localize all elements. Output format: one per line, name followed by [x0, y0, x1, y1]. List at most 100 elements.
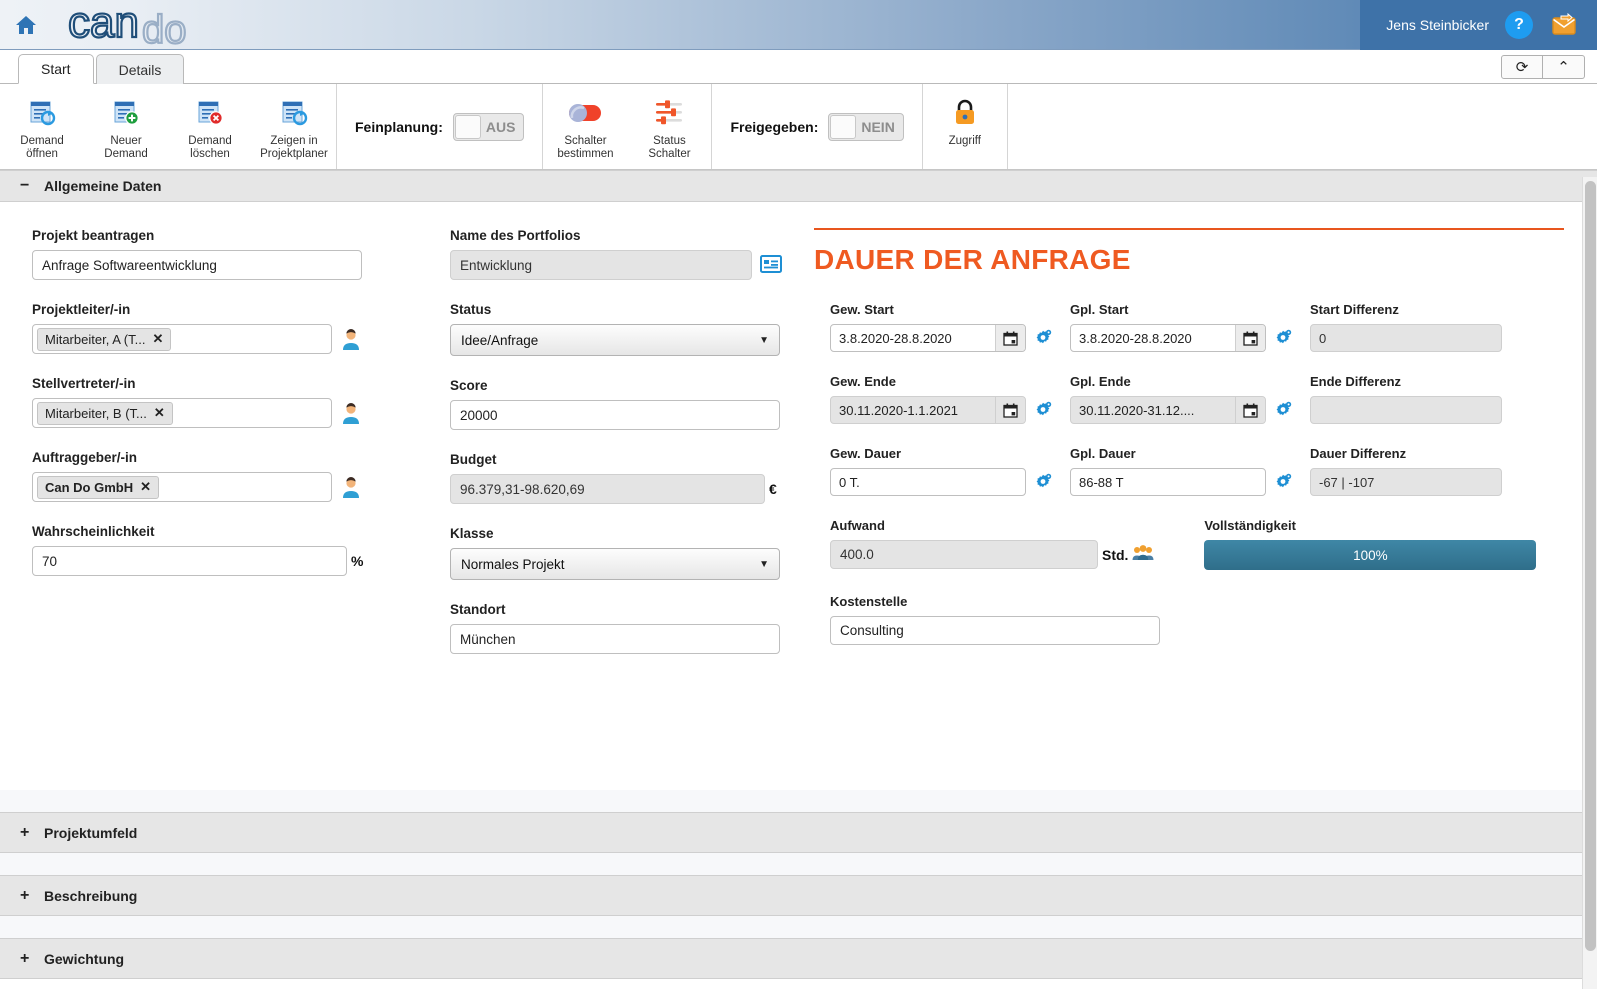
ribbon-group-schalter: Schalter bestimmen Status Schalter: [543, 84, 713, 169]
label-ende-differenz: Ende Differenz: [1310, 374, 1402, 389]
input-gew-ende[interactable]: 30.11.2020-1.1.2021: [830, 396, 1026, 424]
help-icon[interactable]: ?: [1505, 11, 1533, 39]
calendar-icon[interactable]: [1235, 325, 1265, 351]
input-score[interactable]: 20000: [450, 400, 780, 430]
token-remove-icon[interactable]: ✕: [140, 479, 151, 495]
value-gew-start: 3.8.2020-28.8.2020: [839, 330, 952, 346]
label-portfolio: Name des Portfolios: [450, 228, 581, 243]
freigegeben-label: Freigegeben:: [730, 118, 819, 135]
select-klasse[interactable]: Normales Projekt ▼: [450, 548, 780, 580]
vertical-scrollbar[interactable]: [1582, 177, 1597, 989]
input-standort[interactable]: München: [450, 624, 780, 654]
person-icon[interactable]: [340, 328, 362, 350]
section-header-projektumfeld[interactable]: + Projektumfeld: [0, 812, 1597, 853]
label-status: Status: [450, 302, 492, 317]
cell-gew-ende: Gew. Ende 30.11.2020-1.1.2021: [830, 374, 1070, 424]
delete-demand-button[interactable]: Demand löschen: [168, 87, 252, 167]
input-budget: 96.379,31-98.620,69: [450, 474, 765, 504]
input-wahrscheinlichkeit[interactable]: 70: [32, 546, 347, 576]
section-header-gewichtung[interactable]: + Gewichtung: [0, 938, 1597, 979]
input-aufwand: 400.0: [830, 540, 1098, 569]
section-gap: [0, 853, 1597, 875]
cell-kostenstelle: Kostenstelle Consulting: [830, 594, 1220, 645]
input-gpl-dauer[interactable]: 86-88 T: [1070, 468, 1266, 496]
delete-demand-label1: Demand: [188, 134, 232, 147]
select-status[interactable]: Idee/Anfrage ▼: [450, 324, 780, 356]
cell-start-differenz: Start Differenz 0: [1310, 302, 1550, 352]
suffix-percent: %: [351, 553, 364, 569]
input-auftraggeber[interactable]: Can Do GmbH ✕: [32, 472, 332, 502]
duration-row-start: Gew. Start 3.8.2020-28.8.2020 Gpl. Start…: [814, 302, 1550, 352]
input-portfolio: Entwicklung: [450, 250, 752, 280]
label-start-differenz: Start Differenz: [1310, 302, 1399, 317]
document-delete-icon: [195, 96, 225, 130]
status-switch-button[interactable]: Status Schalter: [627, 87, 711, 167]
tab-details[interactable]: Details: [95, 54, 185, 84]
list-detail-icon[interactable]: [760, 254, 782, 277]
calendar-icon[interactable]: [995, 325, 1025, 351]
tab-start[interactable]: Start: [18, 54, 94, 84]
token-remove-icon[interactable]: ✕: [152, 331, 163, 347]
cell-gpl-ende: Gpl. Ende 30.11.2020-31.12....: [1070, 374, 1310, 424]
feinplanung-toggle[interactable]: AUS: [452, 112, 525, 141]
token-auftraggeber[interactable]: Can Do GmbH ✕: [37, 475, 160, 499]
refresh-icon[interactable]: ⟳: [1501, 55, 1543, 79]
section-gap: [0, 790, 1597, 812]
freigegeben-toggle[interactable]: NEIN: [828, 112, 904, 141]
scrollbar-thumb[interactable]: [1585, 181, 1596, 951]
status-switch-label2: Schalter: [648, 147, 691, 160]
gear-icon[interactable]: [1034, 329, 1052, 347]
demand-open-button[interactable]: Demand öffnen: [0, 87, 84, 167]
new-demand-button[interactable]: Neuer Demand: [84, 87, 168, 167]
feinplanung-toggle-knob: [454, 114, 481, 139]
cando-logo: can do: [68, 3, 228, 47]
top-header-bar: can do Jens Steinbicker ?: [0, 0, 1597, 50]
input-stellvertreter[interactable]: Mitarbeiter, B (T... ✕: [32, 398, 332, 428]
expand-plus-icon: +: [20, 949, 30, 967]
new-demand-label1: Neuer: [110, 134, 142, 147]
zugriff-button[interactable]: Zugriff: [923, 87, 1007, 167]
expand-plus-icon: +: [20, 886, 30, 904]
form-column-left: Projekt beantragen Anfrage Softwareentwi…: [0, 228, 418, 676]
label-kostenstelle: Kostenstelle: [830, 594, 908, 609]
gear-icon[interactable]: [1274, 401, 1292, 419]
show-in-projectplanner-button[interactable]: Zeigen in Projektplaner: [252, 87, 336, 167]
input-gpl-start[interactable]: 3.8.2020-28.8.2020: [1070, 324, 1266, 352]
input-projektleiter[interactable]: Mitarbeiter, A (T... ✕: [32, 324, 332, 354]
gear-icon[interactable]: [1274, 473, 1292, 491]
input-projekt-beantragen[interactable]: Anfrage Softwareentwicklung: [32, 250, 362, 280]
input-gew-dauer[interactable]: 0 T.: [830, 468, 1026, 496]
mail-forward-icon[interactable]: [1549, 11, 1579, 39]
token-remove-icon[interactable]: ✕: [154, 405, 165, 421]
value-gew-ende: 30.11.2020-1.1.2021: [839, 402, 959, 418]
home-icon[interactable]: [14, 14, 38, 36]
label-gew-start: Gew. Start: [830, 302, 894, 317]
person-icon[interactable]: [340, 402, 362, 424]
progress-value: 100%: [1353, 547, 1388, 563]
section-header-allgemeine-daten[interactable]: − Allgemeine Daten: [0, 170, 1597, 202]
label-gpl-ende: Gpl. Ende: [1070, 374, 1131, 389]
tab-bar: Start Details ⟳ ⌃: [0, 50, 1597, 84]
token-stellvertreter-label: Mitarbeiter, B (T...: [45, 405, 147, 421]
collapse-ribbon-icon[interactable]: ⌃: [1543, 55, 1585, 79]
calendar-icon[interactable]: [1235, 397, 1265, 423]
gear-icon[interactable]: [1034, 401, 1052, 419]
token-stellvertreter[interactable]: Mitarbeiter, B (T... ✕: [37, 401, 173, 425]
new-demand-label2: Demand: [104, 147, 148, 160]
section-header-beschreibung[interactable]: + Beschreibung: [0, 875, 1597, 916]
token-projektleiter[interactable]: Mitarbeiter, A (T... ✕: [37, 327, 172, 351]
input-gew-start[interactable]: 3.8.2020-28.8.2020: [830, 324, 1026, 352]
input-gpl-ende[interactable]: 30.11.2020-31.12....: [1070, 396, 1266, 424]
ribbon-group-zugriff: Zugriff: [923, 84, 1008, 169]
gear-icon[interactable]: [1274, 329, 1292, 347]
toggle-switch-icon: [568, 96, 602, 130]
input-kostenstelle[interactable]: Consulting: [830, 616, 1160, 645]
label-gpl-start: Gpl. Start: [1070, 302, 1129, 317]
person-icon[interactable]: [340, 476, 362, 498]
calendar-icon[interactable]: [995, 397, 1025, 423]
gear-icon[interactable]: [1034, 473, 1052, 491]
delete-demand-label2: löschen: [190, 147, 230, 160]
duration-row-aufwand: Aufwand 400.0 Std. Vollständigkeit 100%: [814, 518, 1550, 570]
determine-switch-button[interactable]: Schalter bestimmen: [543, 87, 627, 167]
chevron-down-icon: ▼: [759, 334, 769, 346]
